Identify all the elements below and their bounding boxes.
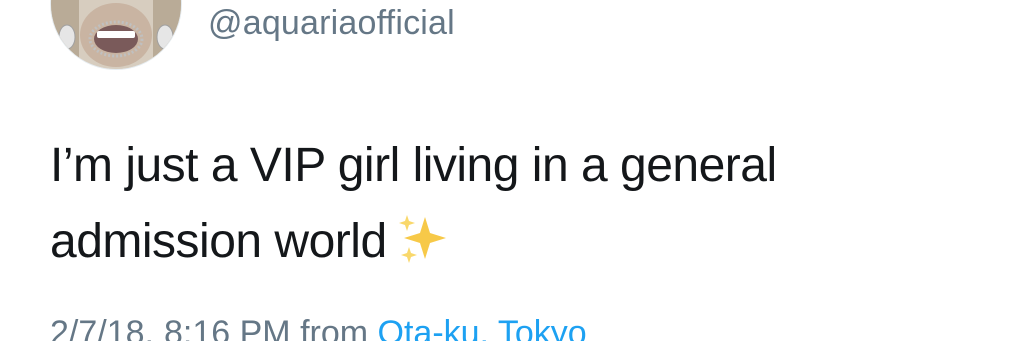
location-link[interactable]: Ota-ku, Tokyo [378, 314, 587, 341]
source-prefix: from [300, 314, 369, 341]
tweet-text-line-2: admission world [50, 215, 387, 268]
author-handle[interactable]: @aquariaofficial [208, 3, 455, 43]
tweet-text-line: admission world [50, 204, 950, 280]
tweet-meta: 2/7/18, 8:16 PM from Ota-ku, Tokyo [50, 313, 587, 341]
tweet-text: I’m just a VIP girl living in a general … [50, 128, 950, 280]
sparkles-icon [395, 212, 451, 264]
tweet-text-line: I’m just a VIP girl living in a general [50, 128, 950, 204]
tweet-screenshot: @aquariaofficial I’m just a VIP girl liv… [0, 0, 1024, 341]
tweet-text-line-1: I’m just a VIP girl living in a general [50, 139, 777, 192]
tweet-time[interactable]: 8:16 PM [164, 314, 291, 341]
tweet-date: 2/7/18, [50, 314, 154, 341]
avatar[interactable] [50, 0, 182, 70]
